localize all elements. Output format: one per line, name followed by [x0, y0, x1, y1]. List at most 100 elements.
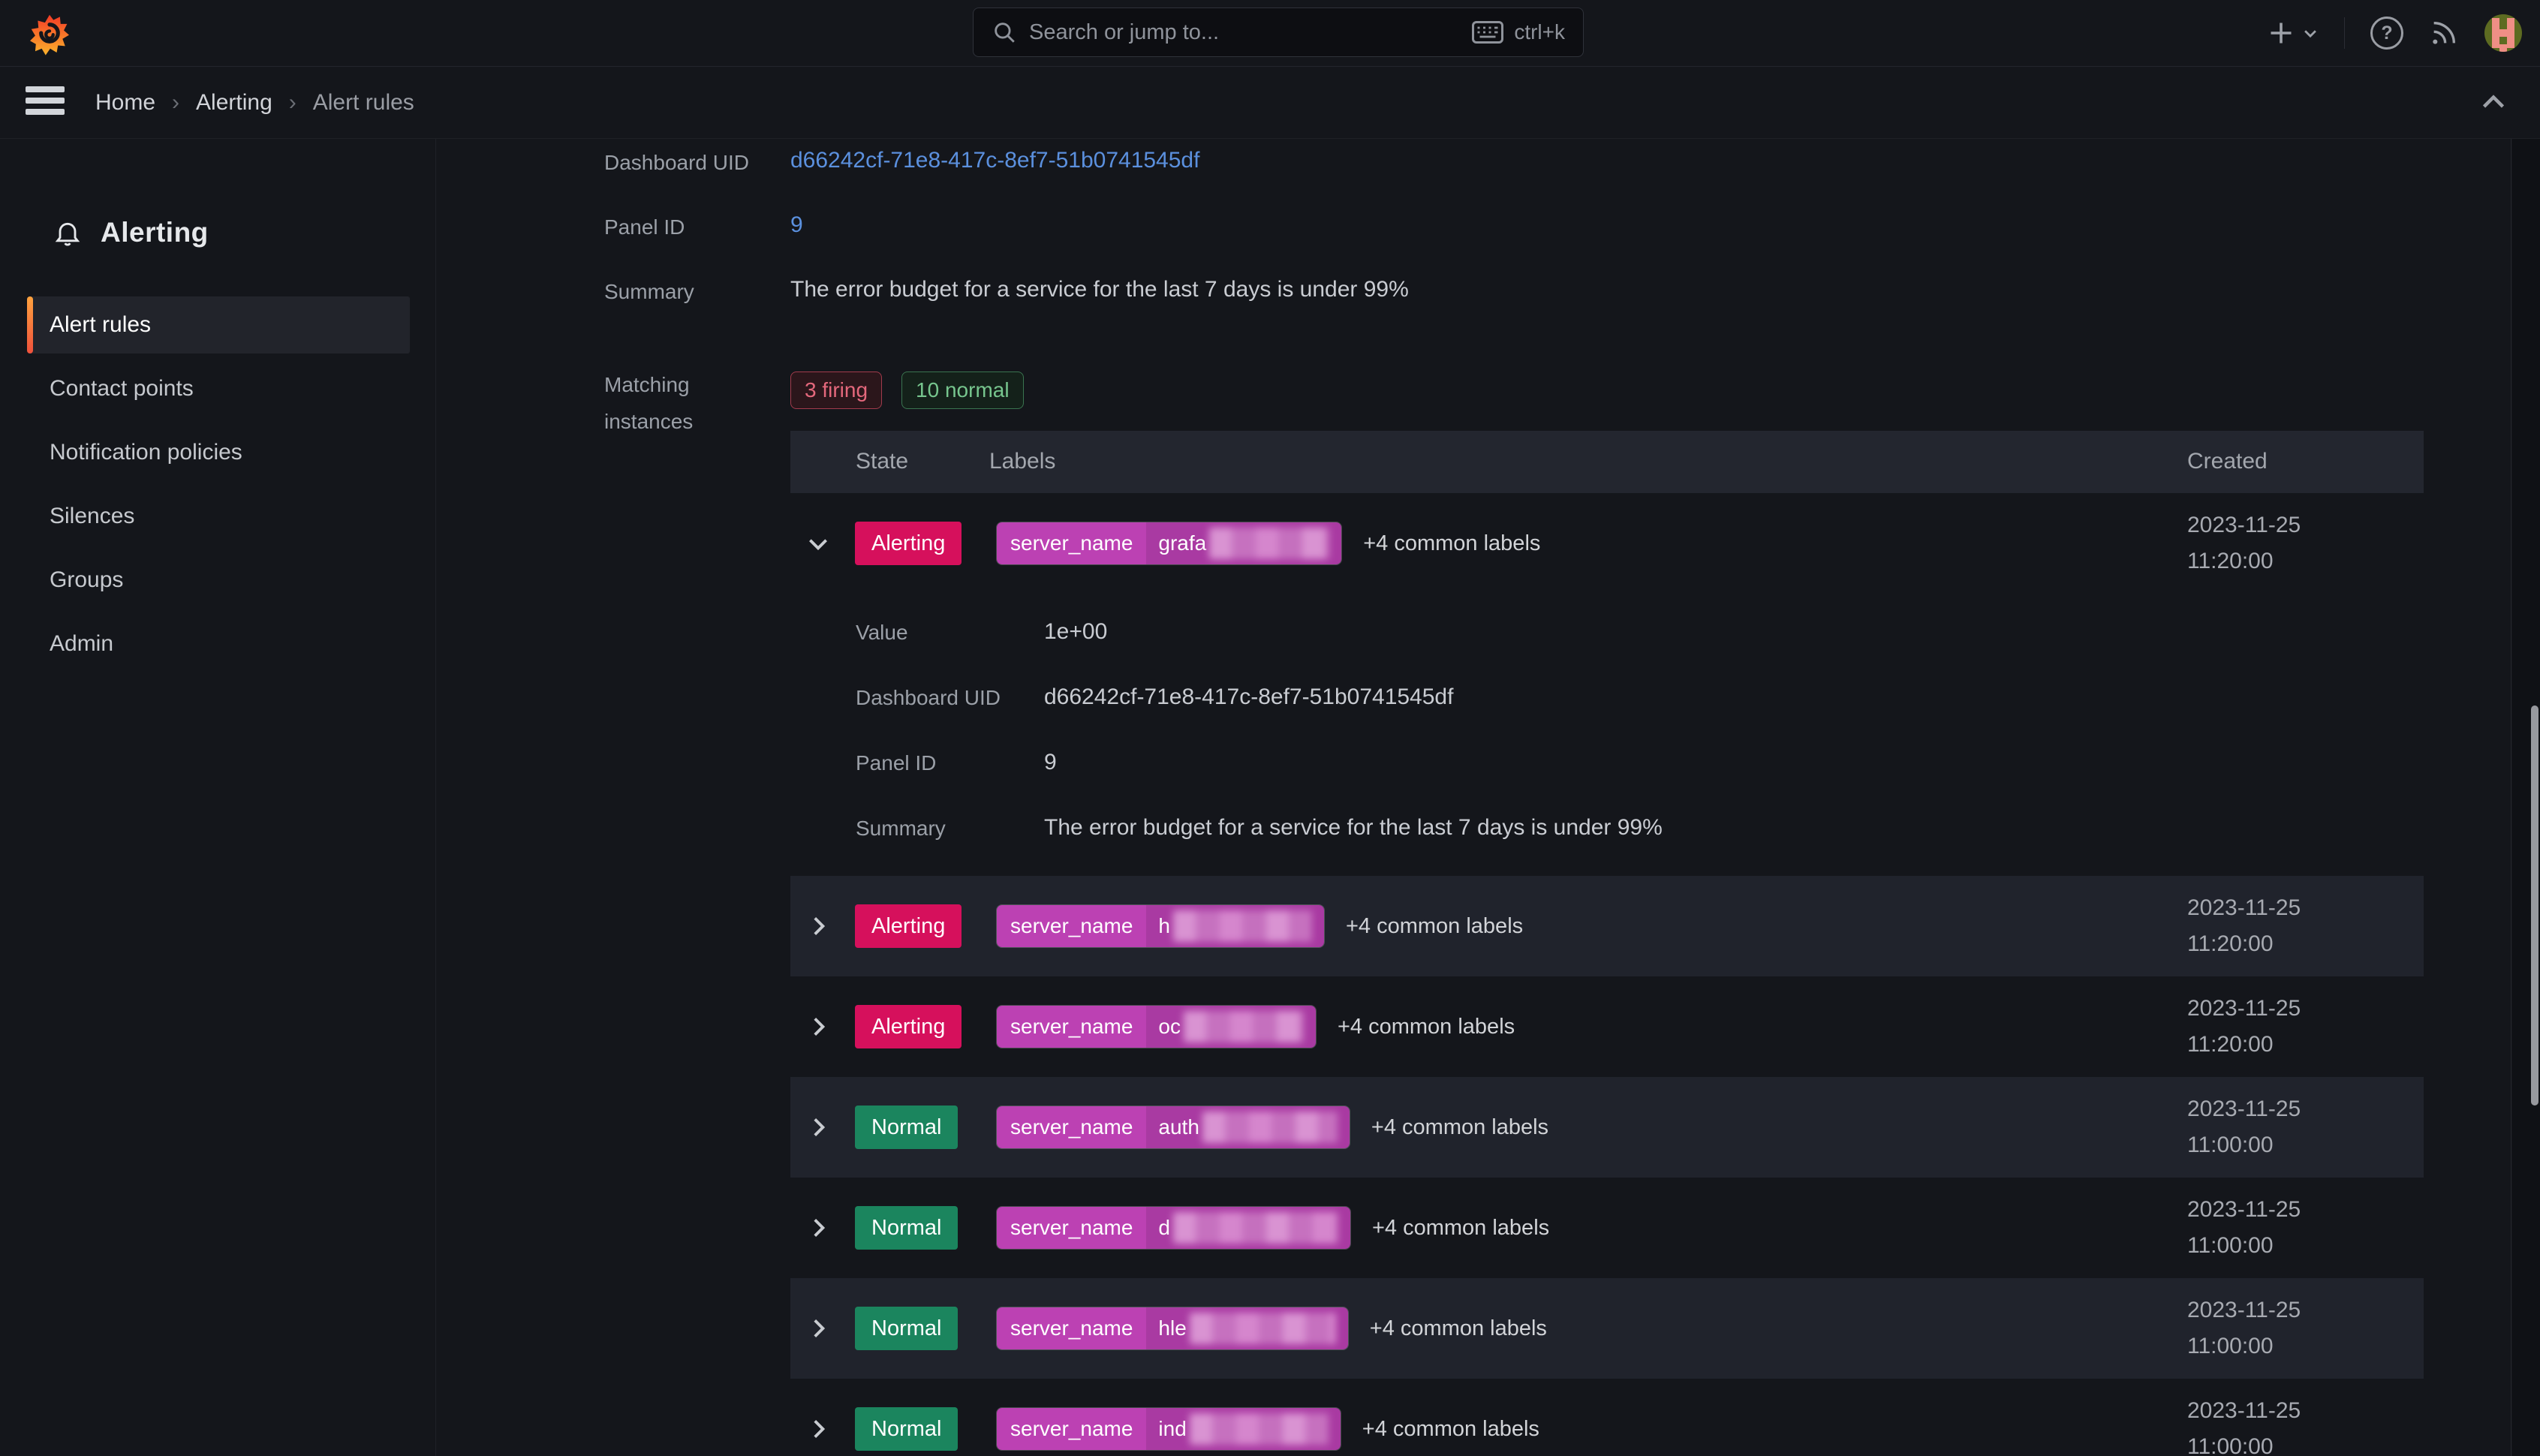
- created-date: 2023-11-25: [2187, 1393, 2301, 1429]
- label-pill-value: hle: [1146, 1307, 1347, 1349]
- expand-chevron-icon[interactable]: [805, 1215, 831, 1241]
- state-badge: Normal: [855, 1407, 958, 1451]
- common-labels-text: +4 common labels: [1346, 914, 1523, 939]
- table-row: Normal server_name auth +4 common labels…: [790, 1077, 2424, 1178]
- matching-instances-label: Matching instances: [604, 366, 747, 440]
- created-cell: 2023-11-25 11:00:00: [2187, 1091, 2301, 1163]
- label-pill-value: auth: [1146, 1106, 1350, 1148]
- expand-chevron-icon[interactable]: [805, 1316, 831, 1341]
- expand-chevron-icon[interactable]: [805, 531, 831, 556]
- label-pill-value: ind: [1146, 1408, 1340, 1450]
- help-button[interactable]: ?: [2370, 17, 2403, 50]
- expand-chevron-icon[interactable]: [805, 913, 831, 939]
- table-header: State Labels Created: [790, 431, 2424, 493]
- detail-value-link[interactable]: d66242cf-71e8-417c-8ef7-51b0741545df: [1044, 684, 1453, 710]
- created-cell: 2023-11-25 11:20:00: [2187, 507, 2301, 579]
- state-badge: Normal: [855, 1106, 958, 1149]
- menu-toggle-icon[interactable]: [26, 86, 65, 115]
- search-shortcut: ctrl+k: [1514, 20, 1565, 44]
- label-pill: server_name ind: [996, 1407, 1341, 1451]
- redacted-label-blur: [1173, 1212, 1338, 1244]
- detail-row: Panel ID9: [790, 730, 2424, 796]
- redacted-label-blur: [1190, 1413, 1329, 1445]
- label-pill-key: server_name: [997, 1207, 1146, 1249]
- label-pill-value: d: [1146, 1207, 1350, 1249]
- label-pill: server_name d: [996, 1206, 1351, 1250]
- created-time: 11:00:00: [2187, 1228, 2301, 1264]
- detail-row: Value1e+00: [790, 600, 2424, 665]
- expand-chevron-icon[interactable]: [805, 1416, 831, 1442]
- sidebar-section-title: Alerting: [101, 217, 209, 248]
- rule-detail-content: Dashboard UID d66242cf-71e8-417c-8ef7-51…: [436, 139, 2511, 1456]
- panel-id-label: Panel ID: [604, 215, 685, 239]
- created-cell: 2023-11-25 11:20:00: [2187, 991, 2301, 1063]
- table-row: Alerting server_name oc +4 common labels…: [790, 976, 2424, 1077]
- created-cell: 2023-11-25 11:20:00: [2187, 890, 2301, 962]
- state-badge: Normal: [855, 1206, 958, 1250]
- created-time: 11:00:00: [2187, 1328, 2301, 1364]
- common-labels-text: +4 common labels: [1372, 1216, 1549, 1241]
- redacted-label-blur: [1202, 1112, 1338, 1143]
- breadcrumb-alerting[interactable]: Alerting: [196, 90, 272, 116]
- label-pill-value: oc: [1146, 1006, 1316, 1048]
- user-avatar[interactable]: [2484, 14, 2522, 52]
- breadcrumb-separator-icon: ›: [172, 90, 179, 116]
- normal-count-badge: 10 normal: [901, 372, 1024, 409]
- header-created: Created: [2187, 449, 2268, 474]
- rss-icon: [2429, 18, 2459, 48]
- table-row: Normal server_name ind +4 common labels …: [790, 1379, 2424, 1456]
- redacted-label-blur: [1190, 1313, 1336, 1344]
- sidebar-item-silences[interactable]: Silences: [27, 488, 410, 545]
- collapse-chevron-up-icon[interactable]: [2478, 88, 2508, 118]
- label-pill-value: grafa: [1146, 522, 1341, 564]
- common-labels-text: +4 common labels: [1371, 1115, 1548, 1140]
- breadcrumb-bar: Home › Alerting › Alert rules: [0, 67, 2540, 139]
- sidebar-item-admin[interactable]: Admin: [27, 615, 410, 672]
- common-labels-text: +4 common labels: [1362, 1417, 1539, 1442]
- created-time: 11:20:00: [2187, 1027, 2301, 1063]
- detail-value-link[interactable]: 9: [1044, 750, 1057, 775]
- summary-label: Summary: [604, 280, 694, 304]
- new-button[interactable]: [2268, 20, 2319, 47]
- label-pill: server_name grafa: [996, 522, 1342, 565]
- redacted-label-blur: [1173, 910, 1312, 942]
- topbar-divider: [2344, 17, 2345, 49]
- label-pill-value: h: [1146, 905, 1324, 947]
- table-row: Alerting server_name grafa +4 common lab…: [790, 493, 2424, 876]
- sidebar-item-alert-rules[interactable]: Alert rules: [27, 296, 410, 353]
- common-labels-text: +4 common labels: [1338, 1015, 1515, 1039]
- keyboard-icon: [1472, 21, 1503, 44]
- sidebar-menu: Alert rules Contact points Notification …: [27, 296, 410, 679]
- detail-label: Dashboard UID: [856, 686, 1001, 710]
- scrollbar-thumb[interactable]: [2531, 705, 2538, 1106]
- created-date: 2023-11-25: [2187, 991, 2301, 1027]
- header-labels: Labels: [989, 449, 1055, 474]
- sidebar-item-contact-points[interactable]: Contact points: [27, 360, 410, 417]
- created-date: 2023-11-25: [2187, 507, 2301, 543]
- dashboard-uid-link[interactable]: d66242cf-71e8-417c-8ef7-51b0741545df: [790, 148, 1199, 173]
- label-pill: server_name oc: [996, 1005, 1317, 1048]
- chevron-down-icon: [2302, 25, 2319, 41]
- label-pill: server_name h: [996, 904, 1325, 948]
- label-pill: server_name hle: [996, 1307, 1349, 1350]
- common-labels-text: +4 common labels: [1363, 531, 1540, 556]
- sidebar-item-notification-policies[interactable]: Notification policies: [27, 424, 410, 481]
- top-bar: Search or jump to... ctrl+k ?: [0, 0, 2540, 67]
- instances-table: State Labels Created Alerting server_nam…: [790, 431, 2424, 1456]
- label-pill-key: server_name: [997, 522, 1146, 564]
- sidebar-item-groups[interactable]: Groups: [27, 552, 410, 609]
- news-button[interactable]: [2429, 18, 2459, 48]
- state-badge: Alerting: [855, 1005, 962, 1048]
- label-pill-key: server_name: [997, 905, 1146, 947]
- label-pill-key: server_name: [997, 1408, 1146, 1450]
- search-input[interactable]: Search or jump to... ctrl+k: [973, 8, 1584, 57]
- breadcrumb-home[interactable]: Home: [95, 90, 155, 116]
- created-cell: 2023-11-25 11:00:00: [2187, 1292, 2301, 1364]
- grafana-logo-icon[interactable]: [30, 14, 69, 54]
- panel-id-link[interactable]: 9: [790, 212, 803, 238]
- expand-chevron-icon[interactable]: [805, 1014, 831, 1039]
- label-pill-key: server_name: [997, 1006, 1146, 1048]
- plus-icon: [2268, 20, 2295, 47]
- created-date: 2023-11-25: [2187, 1192, 2301, 1228]
- expand-chevron-icon[interactable]: [805, 1115, 831, 1140]
